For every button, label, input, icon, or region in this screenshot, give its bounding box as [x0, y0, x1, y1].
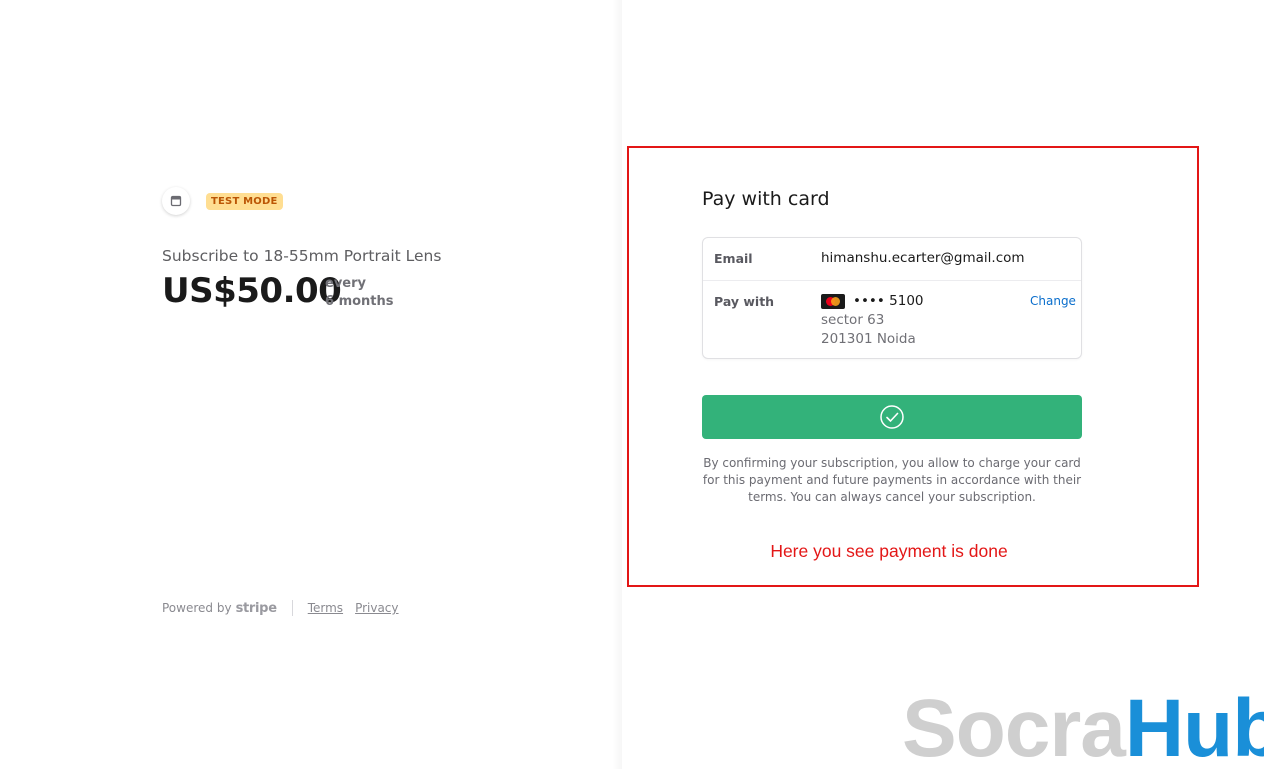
annotation-highlight-box	[627, 146, 1199, 587]
annotation-text: Here you see payment is done	[770, 541, 1008, 561]
footer-separator	[291, 600, 293, 616]
pay-with-card-title: Pay with card	[702, 188, 830, 210]
card-number-masked: •••• 5100	[853, 293, 924, 309]
email-label: Email	[714, 251, 753, 266]
order-summary-pane	[0, 0, 616, 769]
privacy-link[interactable]: Privacy	[355, 601, 398, 615]
powered-by-label: Powered by	[162, 601, 232, 615]
payment-summary-card: Email himanshu.ecarter@gmail.com Pay wit…	[702, 237, 1082, 359]
billing-address-line1: sector 63	[821, 312, 885, 328]
subscription-terms-text: By confirming your subscription, you all…	[702, 456, 1082, 504]
billing-period-line2: 6 months	[325, 294, 394, 309]
email-value: himanshu.ecarter@gmail.com	[821, 250, 1025, 266]
billing-period-line1: every	[325, 276, 366, 291]
subscribe-confirm-button[interactable]	[702, 395, 1082, 439]
check-circle-icon	[880, 405, 904, 429]
store-icon[interactable]	[162, 187, 190, 215]
change-payment-link[interactable]: Change	[1030, 294, 1076, 308]
footer: Powered by stripe Terms Privacy	[162, 600, 411, 616]
terms-link[interactable]: Terms	[308, 601, 343, 615]
billing-period: every 6 months	[325, 275, 394, 311]
watermark-part1: Socra	[902, 683, 1126, 774]
watermark-part2: Hub	[1124, 683, 1264, 774]
pane-divider	[612, 0, 622, 769]
product-name: Subscribe to 18-55mm Portrait Lens	[162, 247, 442, 265]
mastercard-icon	[821, 294, 845, 309]
stripe-logo[interactable]: stripe	[236, 601, 277, 616]
row-divider	[703, 280, 1081, 281]
test-mode-badge: TEST MODE	[206, 193, 283, 210]
socrahub-watermark: SocraHub	[902, 688, 1264, 770]
product-price: US$50.00	[162, 271, 342, 311]
pay-with-label: Pay with	[714, 294, 775, 309]
billing-address-line2: 201301 Noida	[821, 331, 916, 347]
